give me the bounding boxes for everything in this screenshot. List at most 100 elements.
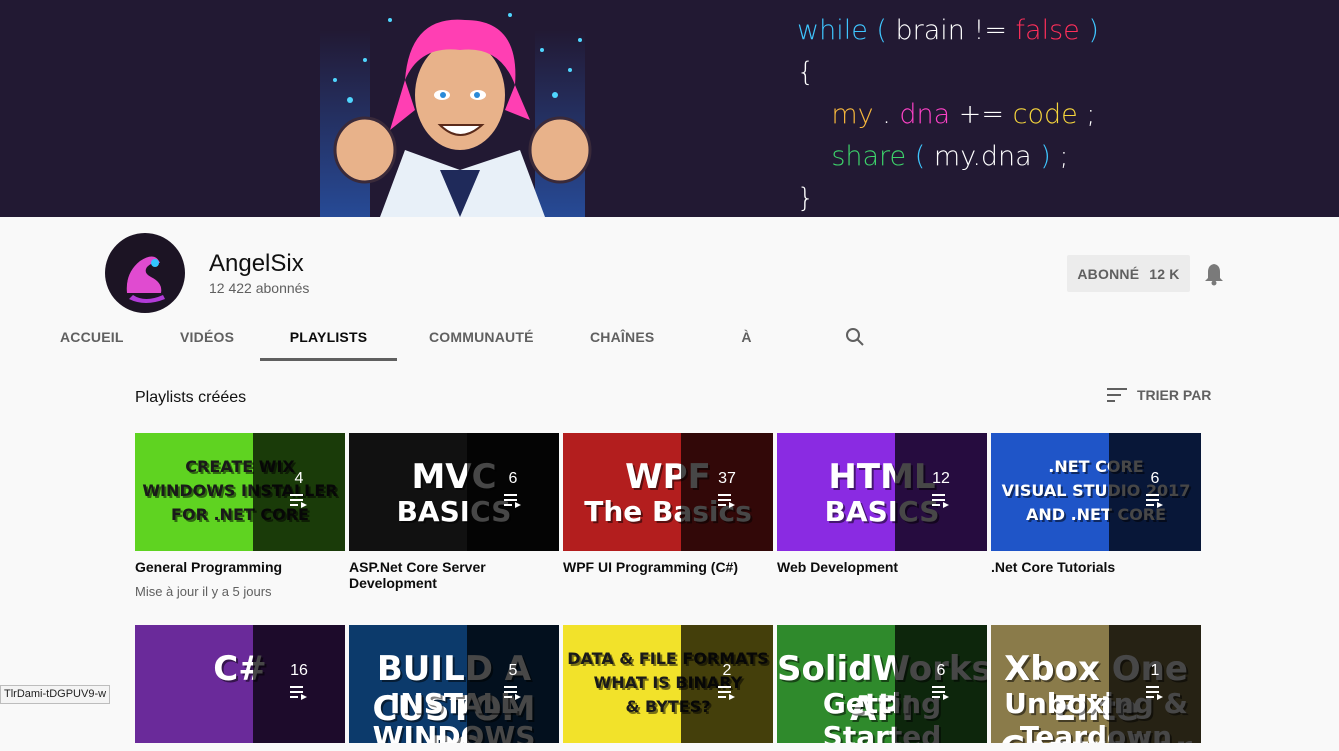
notification-bell-icon[interactable]	[1203, 262, 1225, 286]
playlist-thumbnail[interactable]: MVC BASICS 6	[349, 433, 559, 551]
video-count: 16	[290, 662, 308, 679]
playlist-card[interactable]: HTML BASICS 12 Web Development	[777, 433, 987, 575]
playlist-icon	[290, 494, 307, 508]
playlist-count-overlay: 6	[1109, 433, 1201, 551]
playlist-thumbnail[interactable]: WPF The Basics 37	[563, 433, 773, 551]
playlist-thumbnail[interactable]: Xbox One Elite ControllerUnboxing & Tear…	[991, 625, 1201, 743]
playlist-icon	[718, 686, 735, 700]
playlist-icon	[290, 686, 307, 700]
playlist-count-overlay: 4	[253, 433, 345, 551]
video-count: 37	[718, 470, 736, 487]
playlist-count-overlay: 37	[681, 433, 773, 551]
playlist-icon	[1146, 494, 1163, 508]
sort-icon	[1107, 388, 1127, 402]
playlist-icon	[504, 686, 521, 700]
code-token: my.dna	[933, 141, 1032, 172]
code-line: while ( brain != false )	[797, 10, 1099, 52]
playlist-thumbnail[interactable]: C# 16	[135, 625, 345, 743]
playlist-icon	[504, 494, 521, 508]
tab-communaute[interactable]: COMMUNAUTÉ	[429, 317, 533, 361]
playlists-section: Playlists créées TRIER PAR CREATE WIX WIN…	[0, 361, 1339, 743]
channel-header: AngelSix 12 422 abonnés ABONNÉ 12 K ACCU…	[0, 217, 1339, 385]
playlist-thumbnail[interactable]: DATA & FILE FORMATS WHAT IS BINARY & BYTES…	[563, 625, 773, 743]
video-count: 6	[1150, 470, 1160, 487]
code-token: (	[867, 15, 896, 46]
code-token: )	[1031, 141, 1060, 172]
subscribed-label: ABONNÉ	[1077, 265, 1140, 282]
search-icon[interactable]	[845, 327, 865, 347]
playlist-count-overlay: 16	[253, 625, 345, 743]
code-token: .	[873, 99, 900, 130]
playlist-card[interactable]: MVC BASICS 6 ASP.Net Core Server Developmen…	[349, 433, 559, 591]
banner-code: while ( brain != false ) { my . dna += co…	[797, 10, 1099, 217]
video-count: 4	[294, 470, 304, 487]
tab-chaines[interactable]: CHAÎNES	[590, 317, 654, 361]
playlist-card[interactable]: DATA & FILE FORMATS WHAT IS BINARY & BYTES…	[563, 625, 773, 751]
playlist-count-overlay: 6	[467, 433, 559, 551]
playlist-card[interactable]: CREATE WIX WINDOWS INSTALLER FOR .NET CORE…	[135, 433, 345, 599]
code-token: {	[797, 57, 815, 88]
tab-a-propos[interactable]: À PROPOS	[713, 317, 780, 385]
playlist-thumbnail[interactable]: BUILD A CUSTOM PCINSTALL WINDOWS 105	[349, 625, 559, 743]
playlist-title[interactable]: ASP.Net Core Server Development	[349, 559, 559, 591]
playlist-title[interactable]: .Net Core Tutorials	[991, 559, 1201, 575]
subscribed-button[interactable]: ABONNÉ 12 K	[1067, 255, 1190, 292]
playlist-icon	[1146, 686, 1163, 700]
video-count: 1	[1150, 662, 1160, 679]
code-line: {	[797, 52, 1099, 94]
code-token: code	[1012, 99, 1078, 130]
code-token: ;	[1059, 141, 1069, 172]
tab-accueil[interactable]: ACCUEIL	[60, 317, 123, 361]
subscriber-count: 12 422 abonnés	[209, 280, 310, 296]
playlist-count-overlay: 2	[681, 625, 773, 743]
playlist-title[interactable]: General Programming	[135, 559, 345, 575]
section-title: Playlists créées	[135, 389, 247, 406]
playlist-count-overlay: 5	[467, 625, 559, 743]
playlist-card[interactable]: SolidWorks API Getting Started 6	[777, 625, 987, 751]
video-count: 6	[508, 470, 518, 487]
playlist-thumbnail[interactable]: CREATE WIX WINDOWS INSTALLER FOR .NET CORE…	[135, 433, 345, 551]
status-tooltip: TlrDami-tDGPUV9-w	[0, 685, 111, 704]
playlist-title[interactable]: Web Development	[777, 559, 987, 575]
video-count: 5	[508, 662, 518, 679]
playlist-icon	[718, 494, 735, 508]
code-token: while	[797, 15, 868, 46]
playlist-card[interactable]: WPF The Basics 37 WPF UI Programming (C#)	[563, 433, 773, 575]
code-token: share	[797, 141, 907, 172]
playlist-updated: Mise à jour il y a 5 jours	[135, 584, 272, 599]
channel-tabs: ACCUEIL VIDÉOS PLAYLISTS COMMUNAUTÉ CHAÎ…	[0, 317, 1339, 385]
code-token: !=	[964, 15, 1016, 46]
playlist-title[interactable]: WPF UI Programming (C#)	[563, 559, 773, 575]
sort-button[interactable]: TRIER PAR	[1107, 387, 1211, 403]
code-token: }	[797, 183, 815, 214]
channel-name[interactable]: AngelSix	[209, 250, 304, 278]
playlist-card[interactable]: Xbox One Elite ControllerUnboxing & Tear…	[991, 625, 1201, 751]
subscribed-count: 12 K	[1149, 265, 1180, 282]
code-token: false	[1015, 15, 1080, 46]
code-token: dna	[899, 99, 951, 130]
video-count: 2	[722, 662, 732, 679]
code-token: brain	[895, 15, 965, 46]
playlist-count-overlay: 12	[895, 433, 987, 551]
playlist-card[interactable]: .NET CORE VISUAL STUDIO 2017 AND .NET CORE…	[991, 433, 1201, 575]
channel-avatar[interactable]	[105, 233, 185, 313]
playlist-thumbnail[interactable]: SolidWorks API Getting Started 6	[777, 625, 987, 743]
playlist-count-overlay: 1	[1109, 625, 1201, 743]
playlist-card[interactable]: C# 16	[135, 625, 345, 751]
playlist-card[interactable]: BUILD A CUSTOM PCINSTALL WINDOWS 105	[349, 625, 559, 751]
playlist-icon	[932, 686, 949, 700]
playlist-thumbnail[interactable]: .NET CORE VISUAL STUDIO 2017 AND .NET CORE…	[991, 433, 1201, 551]
avatar-logo-icon	[126, 256, 165, 303]
code-token: (	[906, 141, 934, 172]
tab-playlists[interactable]: PLAYLISTS	[260, 317, 397, 361]
playlist-count-overlay: 6	[895, 625, 987, 743]
playlist-icon	[932, 494, 949, 508]
playlist-thumbnail[interactable]: HTML BASICS 12	[777, 433, 987, 551]
mascot-illustration	[320, 13, 592, 217]
code-token: ;	[1077, 99, 1096, 130]
video-count: 6	[936, 662, 946, 679]
code-token: )	[1079, 15, 1099, 46]
channel-banner: while ( brain != false ) { my . dna += co…	[0, 0, 1339, 217]
tab-videos[interactable]: VIDÉOS	[180, 317, 234, 361]
code-line: share ( my.dna ) ;	[797, 136, 1099, 178]
